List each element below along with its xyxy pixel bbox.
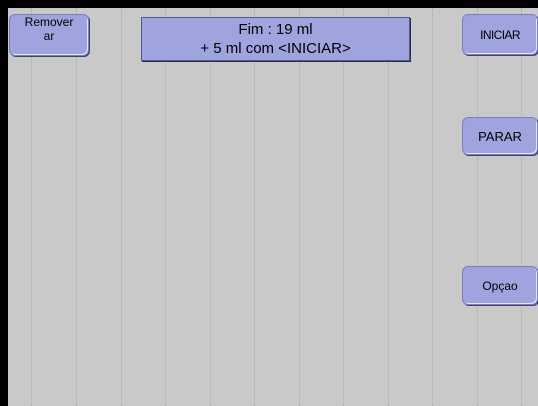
grid-line: [477, 8, 478, 406]
status-end-volume: Fim : 19 ml: [238, 21, 313, 38]
grid-line: [299, 8, 300, 406]
status-display: Fim : 19 ml + 5 ml com <INICIAR>: [141, 17, 410, 61]
remove-air-label-line2: ar: [43, 29, 55, 43]
grid-line: [31, 8, 32, 406]
grid-line: [521, 8, 522, 406]
remove-air-button[interactable]: Remover ar: [9, 14, 89, 56]
options-button[interactable]: Opçao: [462, 266, 538, 305]
grid-line: [165, 8, 166, 406]
remove-air-label-line1: Remover: [24, 15, 74, 29]
grid-line: [121, 8, 122, 406]
grid-line: [210, 8, 211, 406]
screen-frame-left: [0, 0, 8, 406]
grid-line: [254, 8, 255, 406]
status-instruction: + 5 ml com <INICIAR>: [200, 40, 351, 57]
main-panel: [8, 8, 538, 406]
grid-line: [76, 8, 77, 406]
screen-frame-top: [0, 0, 538, 8]
grid-line: [343, 8, 344, 406]
stop-button[interactable]: PARAR: [462, 117, 538, 155]
device-screen: Remover ar Fim : 19 ml + 5 ml com <INICI…: [0, 0, 538, 406]
start-button[interactable]: INICIAR: [462, 14, 538, 55]
grid-line: [388, 8, 389, 406]
grid-line: [432, 8, 433, 406]
